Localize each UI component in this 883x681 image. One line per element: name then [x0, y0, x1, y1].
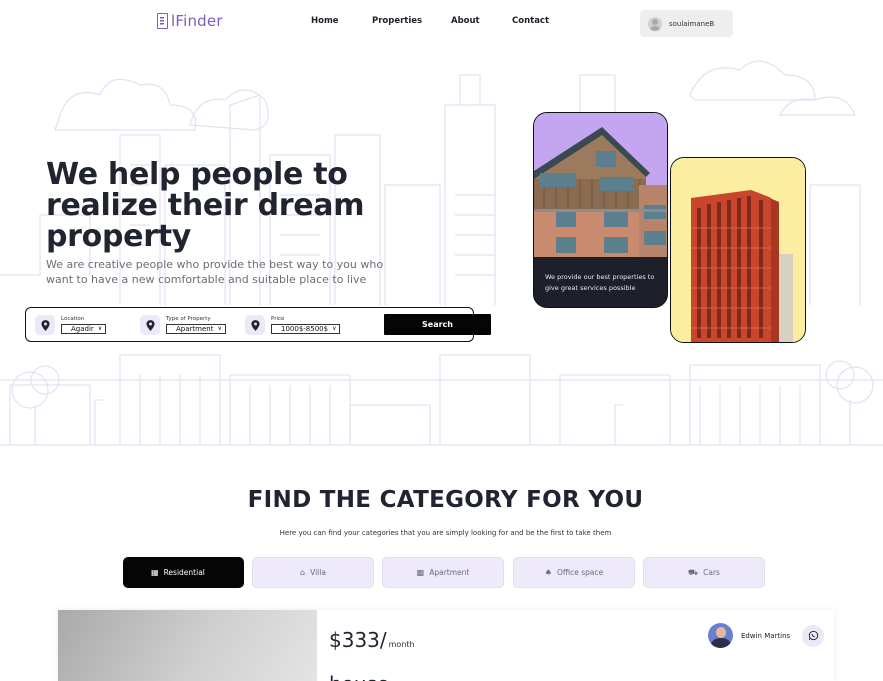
- brand-name: lFinder: [171, 12, 223, 30]
- whatsapp-button[interactable]: [802, 624, 825, 647]
- nav-link-about[interactable]: About: [451, 16, 480, 26]
- location-pin-icon: [35, 315, 55, 335]
- price-label: Price: [271, 316, 285, 322]
- tab-office-space[interactable]: ♠ Office space: [513, 557, 635, 588]
- chevron-down-icon: ∨: [97, 325, 103, 332]
- price-select[interactable]: 1000$-8500$ ∨: [271, 324, 341, 334]
- location-filter[interactable]: Location Agadir ∨: [35, 314, 107, 336]
- hero-title: We help people to realize their dream pr…: [46, 157, 365, 254]
- apartment-icon: ▩: [416, 568, 425, 577]
- tab-label: Residential: [163, 568, 205, 577]
- nav-link-properties[interactable]: Properties: [372, 16, 422, 26]
- brand-logo[interactable]: lFinder: [157, 12, 223, 30]
- nav-link-contact[interactable]: Contact: [512, 16, 549, 26]
- building-icon: ▦: [151, 568, 159, 577]
- tower-illustration: [671, 158, 805, 342]
- search-button[interactable]: Search: [384, 314, 491, 335]
- location-pin-icon: [140, 315, 160, 335]
- tab-label: Office space: [556, 568, 604, 577]
- property-search-bar: Location Agadir ∨ Type of Property Apart…: [25, 307, 491, 342]
- listing-title: house: [329, 672, 389, 681]
- user-menu[interactable]: soulaimaneB: [640, 10, 733, 37]
- user-avatar-icon: [648, 16, 662, 31]
- building-logo-icon: [157, 13, 168, 29]
- category-title: FIND THE CATEGORY FOR YOU: [247, 487, 644, 513]
- price-period: month: [388, 640, 415, 649]
- tab-villa[interactable]: ⌂ Villa: [252, 557, 374, 588]
- card-description: We provide our best properties to give g…: [545, 273, 655, 292]
- car-icon: ⛟: [688, 567, 699, 577]
- tab-apartment[interactable]: ▩ Apartment: [382, 557, 504, 588]
- price-amount: $333/: [329, 628, 387, 652]
- category-subtitle: Here you can find your categories that y…: [279, 529, 612, 537]
- agent-name: Edwin Martins: [741, 631, 791, 640]
- villa-icon: ⌂: [300, 568, 306, 577]
- chevron-down-icon: ∨: [217, 325, 222, 332]
- agent-avatar: [708, 623, 733, 648]
- tab-label: Villa: [310, 568, 326, 577]
- featured-property-card[interactable]: We provide our best properties to give g…: [533, 112, 668, 308]
- listing-image: [58, 610, 317, 681]
- nav-link-home[interactable]: Home: [311, 16, 339, 26]
- secondary-property-card[interactable]: [670, 157, 806, 343]
- agent-info: Edwin Martins: [708, 623, 825, 648]
- type-value: Apartment: [176, 325, 214, 333]
- location-pin-icon: [245, 315, 265, 335]
- tab-cars[interactable]: ⛟ Cars: [643, 557, 765, 588]
- house-illustration: [534, 113, 667, 257]
- whatsapp-icon: [808, 630, 818, 641]
- hero-subtitle: We are creative people who provide the b…: [46, 258, 384, 286]
- top-nav: lFinder Home Properties About Contact so…: [0, 0, 883, 45]
- tab-label: Apartment: [429, 568, 470, 577]
- location-select[interactable]: Agadir ∨: [61, 324, 107, 334]
- type-label: Type of Property: [166, 316, 211, 322]
- property-image: [534, 113, 667, 257]
- price-filter[interactable]: Price 1000$-8500$ ∨: [245, 314, 341, 336]
- price-value: 1000$-8500$: [281, 325, 329, 333]
- location-label: Location: [61, 316, 85, 322]
- listing-card[interactable]: $333/ month house Edwin Martins: [58, 610, 834, 681]
- office-chair-icon: ♠: [544, 568, 552, 577]
- listing-price: $333/ month: [329, 628, 415, 652]
- tab-residential[interactable]: ▦ Residential: [123, 557, 244, 588]
- tab-label: Cars: [703, 568, 720, 577]
- type-filter[interactable]: Type of Property Apartment ∨: [140, 314, 226, 336]
- location-value: Agadir: [71, 325, 94, 333]
- type-select[interactable]: Apartment ∨: [166, 324, 226, 334]
- chevron-down-icon: ∨: [332, 325, 337, 332]
- user-name: soulaimaneB: [669, 19, 715, 28]
